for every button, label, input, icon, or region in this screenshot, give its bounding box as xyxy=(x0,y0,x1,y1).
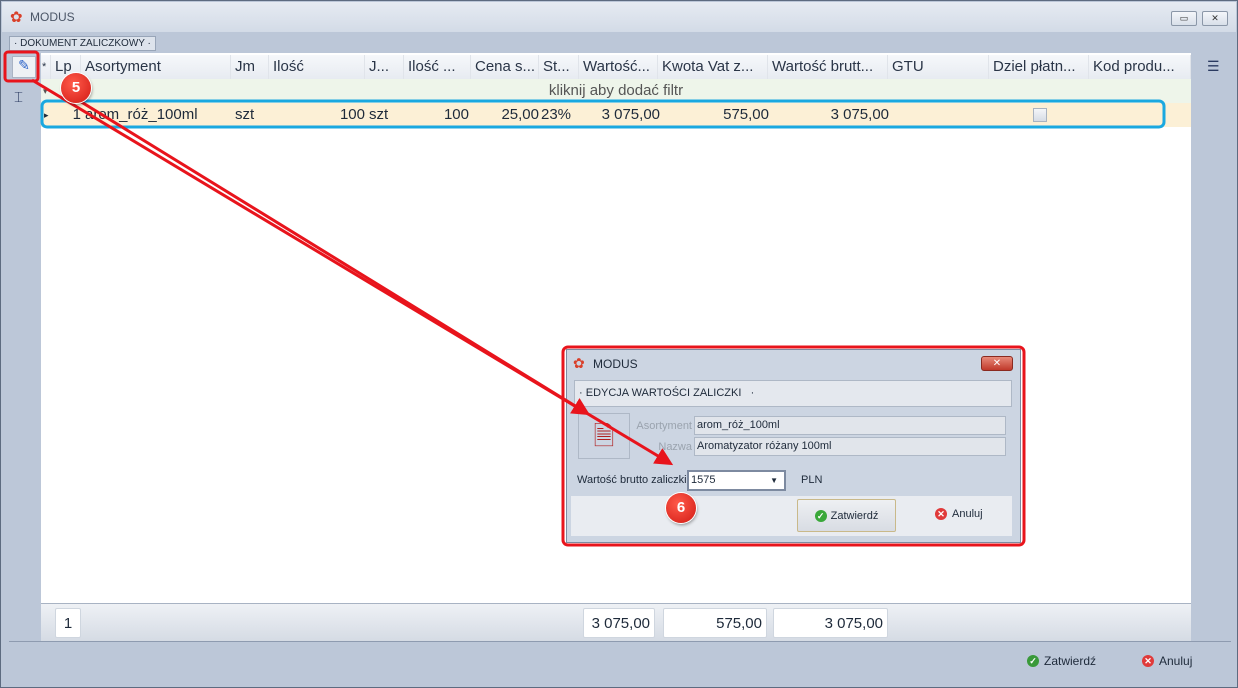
advance-value-combobox[interactable]: 1575 ▼ xyxy=(687,470,786,491)
column-header-asortyment[interactable]: Asortyment xyxy=(81,55,231,79)
advance-value-input[interactable]: 1575 xyxy=(691,474,715,486)
column-header-ilosc2[interactable]: Ilość ... xyxy=(404,55,471,79)
title-bar: ✿ MODUS ▭ ✕ xyxy=(2,2,1236,32)
dialog-button-bar: ✓ Zatwierdź ✕ Anuluj xyxy=(571,496,1012,536)
edit-advance-dialog: ✿ MODUS ✕ · EDYCJA WARTOŚCI ZALICZKI · 🗎… xyxy=(566,349,1021,543)
cell-ilosc2: 100 xyxy=(443,106,469,123)
dialog-cancel-button[interactable]: ✕ Anuluj xyxy=(935,508,983,520)
document-icon: 🗎 xyxy=(578,413,630,459)
confirm-label: Zatwierdź xyxy=(1044,654,1097,668)
cell-j: szt xyxy=(369,106,389,123)
footer-brutto: 3 075,00 xyxy=(773,608,888,638)
modus-logo-icon: ✿ xyxy=(10,9,23,26)
confirm-button[interactable]: ✓ Zatwierdź xyxy=(1027,654,1096,668)
dialog-title: MODUS xyxy=(593,357,638,371)
filter-icon: ▾ xyxy=(43,86,48,96)
main-window: ✿ MODUS ▭ ✕ · DOKUMENT ZALICZKOWY · ✎ ⌶ … xyxy=(0,0,1238,688)
edit-pencil-icon[interactable]: ✎ xyxy=(12,56,36,78)
section-label: EDYCJA WARTOŚCI ZALICZKI xyxy=(585,387,742,399)
column-header-dziel[interactable]: Dziel płatn... xyxy=(989,55,1089,79)
column-header-kwota-vat[interactable]: Kwota Vat z... xyxy=(658,55,768,79)
column-header-gtu[interactable]: GTU xyxy=(888,55,989,79)
check-icon: ✓ xyxy=(1027,655,1039,667)
column-header-wartosc[interactable]: Wartość... xyxy=(579,55,658,79)
dialog-section-header: · EDYCJA WARTOŚCI ZALICZKI · xyxy=(574,380,1012,407)
cell-jm: szt xyxy=(235,106,255,123)
grid-footer: 1 3 075,00 575,00 3 075,00 xyxy=(41,603,1191,641)
list-options-icon[interactable]: ☰ xyxy=(1207,58,1220,75)
bottom-bar: ✓ Zatwierdź ✕ Anuluj xyxy=(9,641,1231,685)
row-indicator-icon: ▸ xyxy=(44,110,49,120)
column-header-cena[interactable]: Cena s... xyxy=(471,55,539,79)
dialog-confirm-button[interactable]: ✓ Zatwierdź xyxy=(797,499,896,532)
cell-stawka: 23% xyxy=(541,106,572,123)
tab-label: DOKUMENT ZALICZKOWY xyxy=(20,38,145,49)
column-chooser-icon[interactable]: ⌶ xyxy=(14,89,23,106)
column-header-j[interactable]: J... xyxy=(365,55,404,79)
cell-wartosc: 3 075,00 xyxy=(601,106,660,123)
column-header-ilosc[interactable]: Ilość xyxy=(269,55,365,79)
cancel-button[interactable]: ✕ Anuluj xyxy=(1142,654,1192,668)
column-header-star[interactable]: * xyxy=(41,55,51,79)
tab-dokument-zaliczkowy[interactable]: · DOKUMENT ZALICZKOWY · xyxy=(9,36,156,51)
dziel-checkbox[interactable] xyxy=(1033,108,1047,122)
cell-cena: 25,00 xyxy=(501,106,539,123)
step-badge-6: 6 xyxy=(666,493,696,523)
currency-label: PLN xyxy=(801,474,823,486)
check-icon: ✓ xyxy=(814,509,827,522)
table-row[interactable]: ▸ 1 arom_róż_100ml szt 100 szt 100 25,00… xyxy=(41,103,1191,127)
cancel-x-icon: ✕ xyxy=(1142,655,1154,667)
chevron-down-icon[interactable]: ▼ xyxy=(770,472,778,489)
close-button[interactable]: ✕ xyxy=(1202,11,1228,26)
right-toolbar: ☰ xyxy=(1191,53,1231,641)
asortyment-field: arom_róż_100ml xyxy=(694,416,1006,435)
column-header-jm[interactable]: Jm xyxy=(231,55,269,79)
window-title: MODUS xyxy=(30,10,75,24)
restore-button[interactable]: ▭ xyxy=(1171,11,1197,26)
cell-asortyment: arom_róż_100ml xyxy=(85,106,198,123)
cancel-label: Anuluj xyxy=(1159,654,1193,668)
cell-ilosc: 100 xyxy=(339,106,365,123)
footer-vat: 575,00 xyxy=(663,608,767,638)
asortyment-label: Asortyment xyxy=(636,420,692,432)
filter-hint: kliknij aby dodać filtr xyxy=(548,82,684,99)
footer-count: 1 xyxy=(55,608,81,638)
dialog-close-button[interactable]: ✕ xyxy=(981,356,1013,371)
cell-vat: 575,00 xyxy=(723,106,769,123)
nazwa-field: Aromatyzator różany 100ml xyxy=(694,437,1006,456)
nazwa-label: Nazwa xyxy=(658,441,692,453)
dialog-cancel-label: Anuluj xyxy=(952,508,983,520)
value-label: Wartość brutto zaliczki xyxy=(577,474,687,486)
filter-row[interactable]: kliknij aby dodać filtr ▾ xyxy=(41,79,1191,103)
dialog-confirm-label: Zatwierdź xyxy=(830,509,879,522)
cancel-x-icon: ✕ xyxy=(935,508,947,520)
left-toolbar: ✎ ⌶ xyxy=(9,53,41,603)
cell-brutto: 3 075,00 xyxy=(830,106,889,123)
footer-wartosc: 3 075,00 xyxy=(583,608,655,638)
column-header-kod[interactable]: Kod produ... xyxy=(1089,55,1191,79)
column-header-stawka[interactable]: St... xyxy=(539,55,579,79)
modus-logo-icon: ✿ xyxy=(573,355,585,371)
cell-lp: 1 xyxy=(72,106,81,123)
step-badge-5: 5 xyxy=(61,73,91,103)
column-header-wartosc-brutto[interactable]: Wartość brutt... xyxy=(768,55,888,79)
